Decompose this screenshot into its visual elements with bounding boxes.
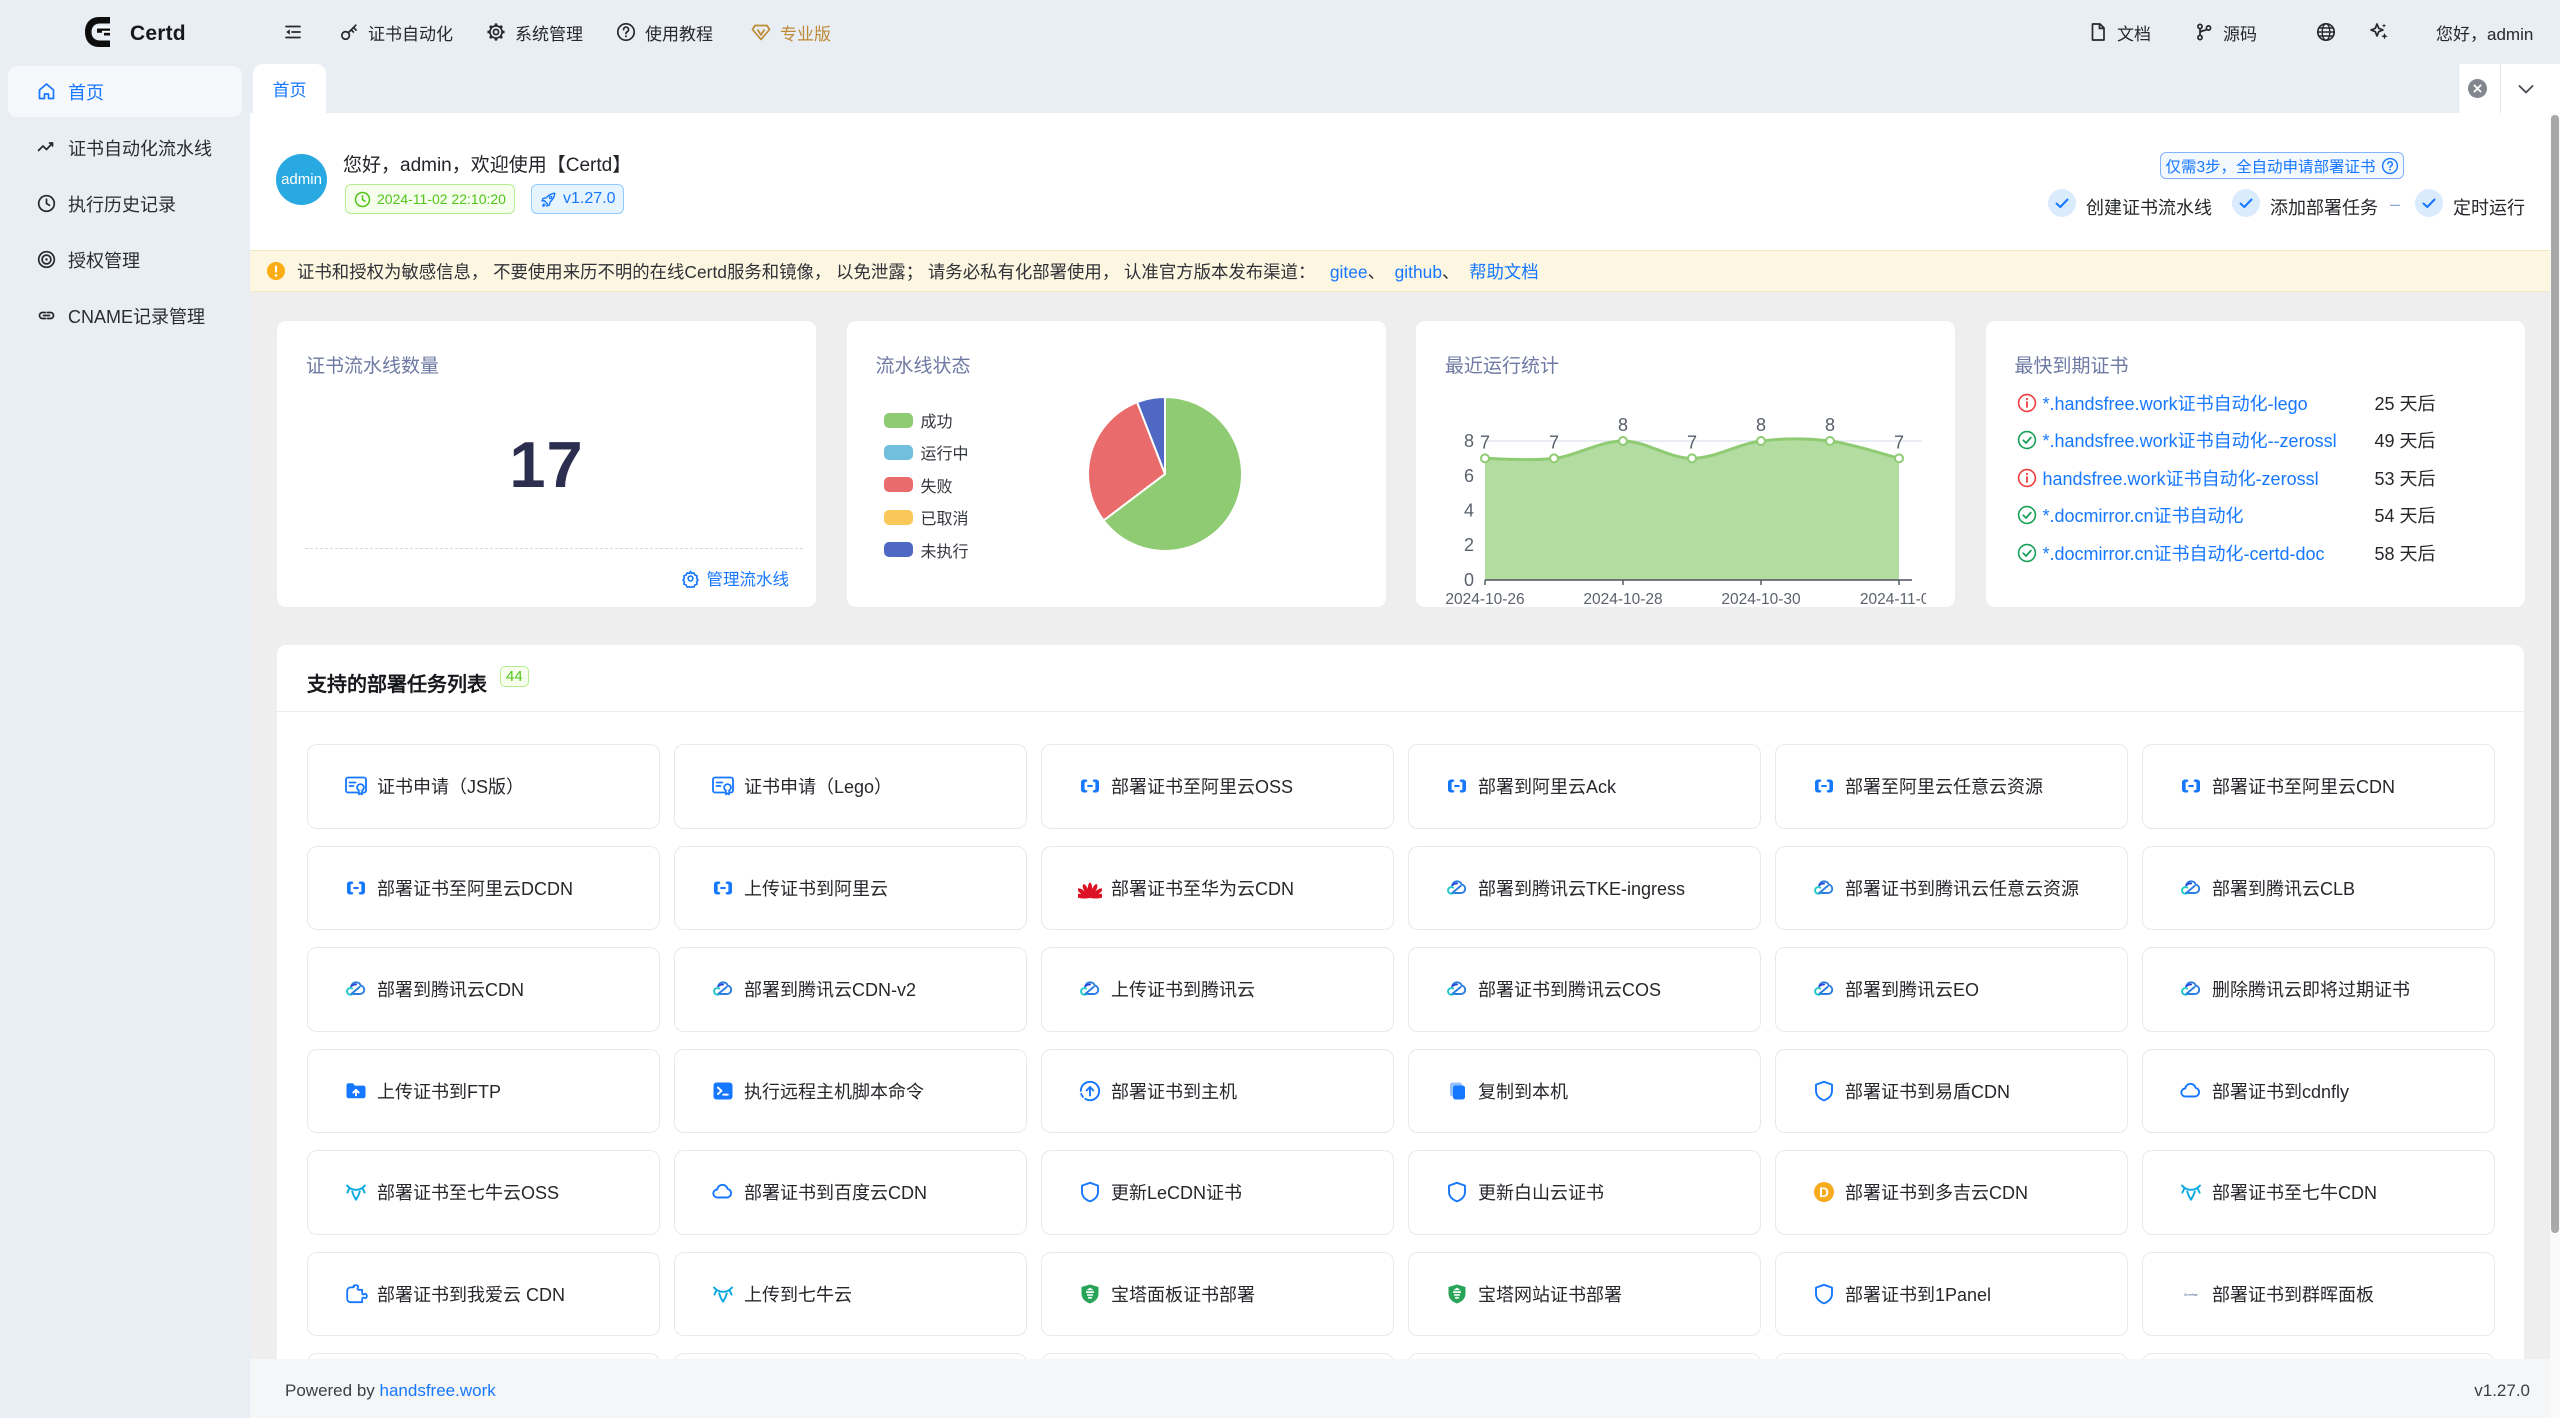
svg-text:8: 8 <box>1618 415 1628 435</box>
svg-text:0: 0 <box>1464 570 1474 590</box>
svg-text:2024-10-30: 2024-10-30 <box>1721 591 1801 608</box>
svg-text:8: 8 <box>1756 415 1766 435</box>
svg-text:4: 4 <box>1464 501 1474 521</box>
svg-text:2024-10-28: 2024-10-28 <box>1583 591 1662 608</box>
svg-text:7: 7 <box>1480 432 1490 452</box>
svg-text:7: 7 <box>1894 432 1904 452</box>
svg-text:8: 8 <box>1464 431 1474 451</box>
svg-text:2024-11-01: 2024-11-01 <box>1860 591 1926 608</box>
svg-text:7: 7 <box>1549 432 1559 452</box>
svg-text:7: 7 <box>1687 432 1697 452</box>
svg-text:2024-10-26: 2024-10-26 <box>1445 591 1524 608</box>
svg-text:2: 2 <box>1464 535 1474 555</box>
svg-text:8: 8 <box>1825 415 1835 435</box>
svg-text:6: 6 <box>1464 466 1474 486</box>
